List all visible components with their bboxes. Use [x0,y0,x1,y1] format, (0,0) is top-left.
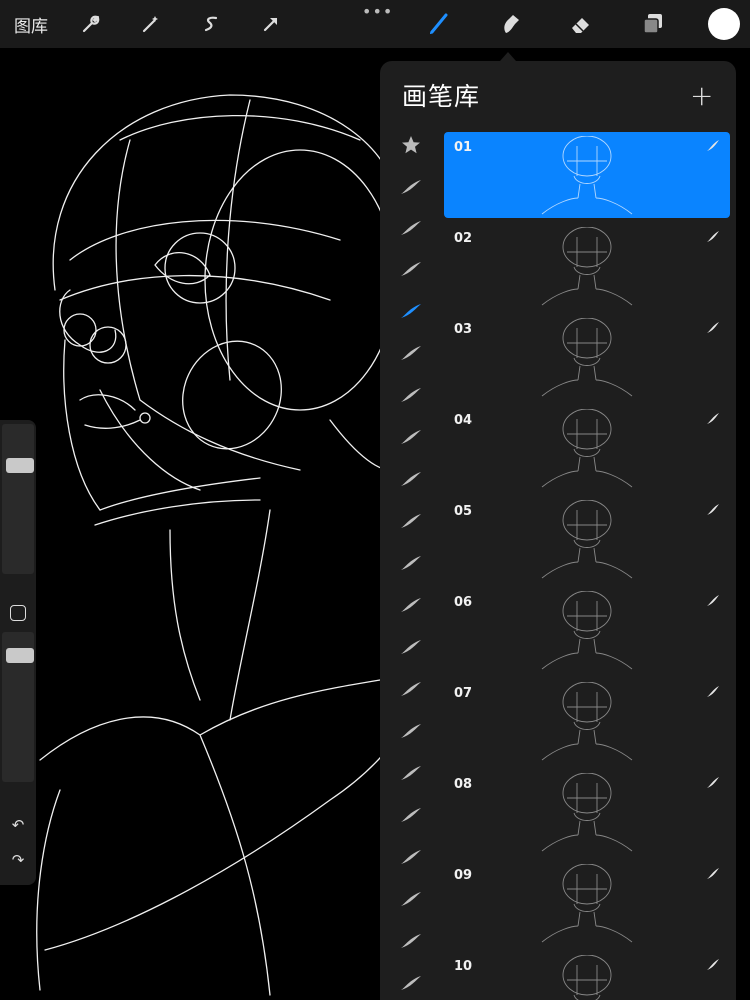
eraser-icon[interactable] [566,9,596,39]
modify-button[interactable] [10,605,26,621]
brush-thumbnail [532,408,642,489]
brush-stroke-icon [706,957,720,971]
brush-name: 04 [454,413,473,428]
star-icon[interactable] [397,131,425,159]
brush-name: 06 [454,595,473,610]
brush-set-icon[interactable] [397,759,425,787]
brush-name: 01 [454,140,473,155]
brush-set-icon[interactable] [397,465,425,493]
brush-name: 07 [454,686,473,701]
selection-icon[interactable] [196,9,226,39]
panel-pointer [500,52,516,61]
brush-name: 03 [454,322,473,337]
brush-item[interactable]: 07 [444,678,730,764]
brush-name: 09 [454,868,473,883]
brush-stroke-icon [706,502,720,516]
redo-button[interactable]: ↷ [8,850,28,870]
brush-set-icon[interactable] [397,507,425,535]
brush-thumbnail [532,954,642,1000]
brush-set-icon[interactable] [397,339,425,367]
brush-set-icon[interactable] [397,885,425,913]
brush-stroke-icon [706,229,720,243]
brush-thumbnail [532,863,642,944]
brush-stroke-icon [706,775,720,789]
brush-library-panel: 画笔库 + 01 02 03 04 05 06 07 08 09 10 [380,61,736,1000]
brush-stroke-icon [706,866,720,880]
brush-set-icon[interactable] [397,717,425,745]
brush-set-icon[interactable] [397,675,425,703]
smudge-icon[interactable] [496,9,526,39]
brush-name: 08 [454,777,473,792]
brush-thumbnail [532,226,642,307]
brush-set-icon[interactable] [397,297,425,325]
brush-set-icon[interactable] [397,549,425,577]
brush-size-slider[interactable] [2,424,34,574]
wrench-icon[interactable] [76,9,106,39]
opacity-slider[interactable] [2,632,34,782]
brush-stroke-icon [706,593,720,607]
brush-item[interactable]: 09 [444,860,730,946]
brush-set-icon[interactable] [397,969,425,997]
brush-stroke-icon [706,411,720,425]
brush-set-icon[interactable] [397,801,425,829]
brush-name: 05 [454,504,473,519]
magic-wand-icon[interactable] [136,9,166,39]
brush-item[interactable]: 01 [444,132,730,218]
brush-set-icon[interactable] [397,214,425,242]
more-options-button[interactable]: ••• [362,2,393,21]
brush-name: 10 [454,959,473,974]
top-toolbar: 图库 ••• [0,0,750,48]
brush-thumbnail [532,317,642,398]
opacity-thumb[interactable] [6,648,34,663]
brush-set-icon[interactable] [397,591,425,619]
color-picker-button[interactable] [708,8,740,40]
brush-item[interactable]: 02 [444,223,730,309]
brush-item[interactable]: 04 [444,405,730,491]
add-brush-set-button[interactable]: + [690,79,713,112]
brush-item[interactable]: 06 [444,587,730,673]
brush-thumbnail [532,135,642,216]
brush-set-icon[interactable] [397,173,425,201]
transform-icon[interactable] [256,9,286,39]
brush-set-icon[interactable] [397,633,425,661]
undo-button[interactable]: ↶ [8,815,28,835]
brush-set-icon[interactable] [397,423,425,451]
brush-stroke-icon [706,138,720,152]
brush-thumbnail [532,590,642,671]
brush-set-icon[interactable] [397,927,425,955]
brush-thumbnail [532,681,642,762]
brush-icon[interactable] [424,9,454,39]
brush-item[interactable]: 03 [444,314,730,400]
brush-set-icon[interactable] [397,843,425,871]
brush-thumbnail [532,772,642,853]
brush-item[interactable]: 10 [444,951,730,1000]
gallery-button[interactable]: 图库 [14,12,48,37]
brush-name: 02 [454,231,473,246]
brush-item[interactable]: 05 [444,496,730,582]
brush-set-icon[interactable] [397,381,425,409]
brush-stroke-icon [706,320,720,334]
brush-item[interactable]: 08 [444,769,730,855]
brush-stroke-icon [706,684,720,698]
layers-icon[interactable] [638,9,668,39]
brush-size-thumb[interactable] [6,458,34,473]
brush-set-icon[interactable] [397,255,425,283]
brush-thumbnail [532,499,642,580]
panel-title: 画笔库 [402,82,481,111]
left-sidebar: ↶ ↷ [0,420,36,885]
